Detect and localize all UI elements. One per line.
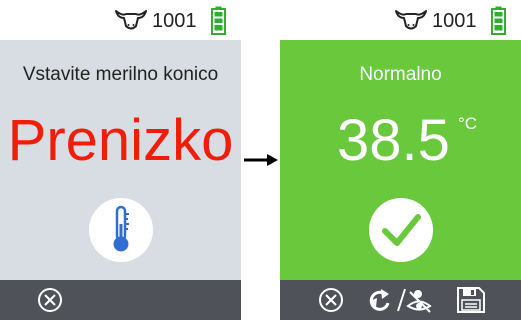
status-low-text: Prenizko: [7, 108, 234, 173]
thermometer-badge: [89, 198, 153, 262]
screen-normal-reading: 1001 Normalno 38.5 °C: [280, 0, 521, 320]
temperature-readout: 38.5 °C: [280, 106, 521, 176]
temperature-unit: °C: [458, 114, 478, 133]
cow-head-icon: [115, 10, 147, 30]
status-bar: 1001: [280, 0, 521, 40]
temperature-value: 38.5: [337, 108, 450, 173]
instruction-text: Vstavite merilno konico: [22, 64, 219, 85]
reading-panel: Vstavite merilno konico Prenizko: [0, 40, 241, 280]
animal-id: 1001: [432, 10, 477, 32]
screen-low-reading: 1001 Vstavite merilno konico Prenizko: [0, 0, 241, 320]
save-icon[interactable]: [456, 286, 486, 314]
reading-panel: Normalno 38.5 °C: [280, 40, 521, 280]
arrow-right-icon: [244, 154, 278, 166]
checkmark-badge: [369, 198, 433, 262]
checkmark-icon: [382, 214, 421, 246]
thermometer-icon: [113, 205, 129, 252]
battery-full-icon: [491, 6, 506, 35]
status-normal-text: Normalno: [359, 64, 442, 85]
cow-head-icon: [395, 10, 427, 30]
animal-id: 1001: [152, 10, 197, 32]
close-icon[interactable]: [36, 286, 64, 314]
repeat-hide-icon[interactable]: [366, 286, 438, 314]
close-icon[interactable]: [317, 286, 345, 314]
action-bar: [280, 280, 521, 320]
battery-full-icon: [211, 6, 226, 35]
status-bar: 1001: [0, 0, 241, 40]
action-bar: [0, 280, 241, 320]
